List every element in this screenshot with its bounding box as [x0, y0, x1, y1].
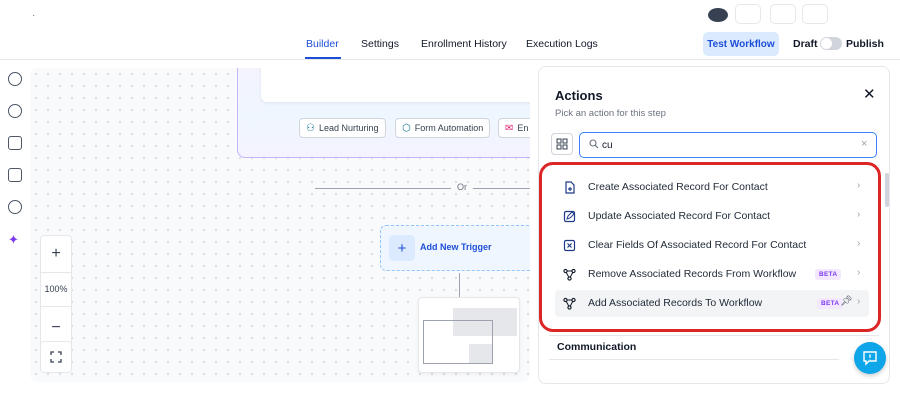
expand-icon [50, 351, 62, 363]
highlight-annotation [539, 162, 881, 332]
section-title-communication: Communication [557, 341, 637, 353]
tab-builder[interactable]: Builder [306, 38, 339, 50]
check-circle-icon[interactable] [8, 72, 22, 86]
menu-dots-icon[interactable]: · [32, 10, 35, 21]
tab-settings[interactable]: Settings [361, 38, 399, 50]
publish-toggle[interactable] [820, 37, 842, 50]
trigger-template-content [261, 68, 530, 102]
scrollbar[interactable] [885, 173, 889, 207]
panel-subtitle: Pick an action for this step [555, 108, 666, 119]
actions-panel: Actions Pick an action for this step ✕ ×… [538, 66, 890, 384]
chip-form-automation[interactable]: ⬡ Form Automation [395, 118, 491, 138]
history-icon[interactable] [8, 200, 22, 214]
search-field[interactable]: × [579, 132, 877, 158]
publish-label: Publish [846, 38, 884, 50]
connector-line [459, 273, 460, 297]
divider [549, 335, 879, 336]
divider-line [473, 188, 530, 189]
minimap[interactable] [418, 297, 520, 373]
fit-view-button[interactable] [40, 341, 72, 373]
test-workflow-button[interactable]: Test Workflow [703, 32, 779, 56]
tab-execution-logs[interactable]: Execution Logs [526, 38, 598, 50]
cube-icon: ⬡ [402, 122, 411, 134]
zoom-out-button[interactable]: − [41, 312, 71, 344]
chip-lead-nurturing[interactable]: ⚇ Lead Nurturing [299, 118, 386, 138]
comment-icon[interactable] [8, 136, 22, 150]
plus-icon: + [389, 235, 415, 261]
clear-search-icon[interactable]: × [861, 138, 867, 150]
search-icon [589, 139, 599, 149]
active-tab-indicator [305, 57, 341, 59]
grid-view-button[interactable] [551, 133, 573, 155]
pie-chart-icon[interactable] [8, 104, 22, 118]
panel-title: Actions [555, 88, 603, 103]
divider [41, 306, 71, 307]
tab-enrollment-history[interactable]: Enrollment History [421, 38, 507, 50]
help-button[interactable] [854, 342, 886, 374]
chip-email[interactable]: ✉ En [498, 118, 530, 138]
sparkle-icon[interactable]: ✦ [8, 232, 19, 248]
draft-label: Draft [793, 38, 818, 50]
mail-icon: ✉ [505, 122, 514, 134]
chat-help-icon [863, 351, 877, 366]
or-label: Or [457, 182, 467, 192]
zoom-level: 100% [44, 284, 68, 294]
toolbar-button[interactable] [770, 4, 796, 24]
note-icon[interactable] [8, 168, 22, 182]
divider [41, 272, 71, 273]
avatar[interactable] [708, 8, 728, 22]
grid-icon [556, 138, 568, 150]
close-icon[interactable]: ✕ [863, 85, 876, 103]
add-trigger-label: Add New Trigger [420, 242, 492, 252]
divider-line [315, 188, 451, 189]
search-input[interactable] [602, 138, 842, 153]
person-icon: ⚇ [306, 122, 315, 134]
divider [549, 359, 839, 360]
zoom-in-button[interactable]: + [41, 238, 71, 270]
toolbar-button[interactable] [735, 4, 761, 24]
workflow-canvas[interactable]: ⚇ Lead Nurturing ⬡ Form Automation ✉ En … [30, 68, 530, 382]
add-new-trigger-button[interactable]: + Add New Trigger [380, 225, 530, 271]
minimap-viewport[interactable] [423, 320, 493, 364]
toolbar-button[interactable] [802, 4, 828, 24]
top-bar: · Builder Settings Enrollment History Ex… [0, 0, 900, 60]
